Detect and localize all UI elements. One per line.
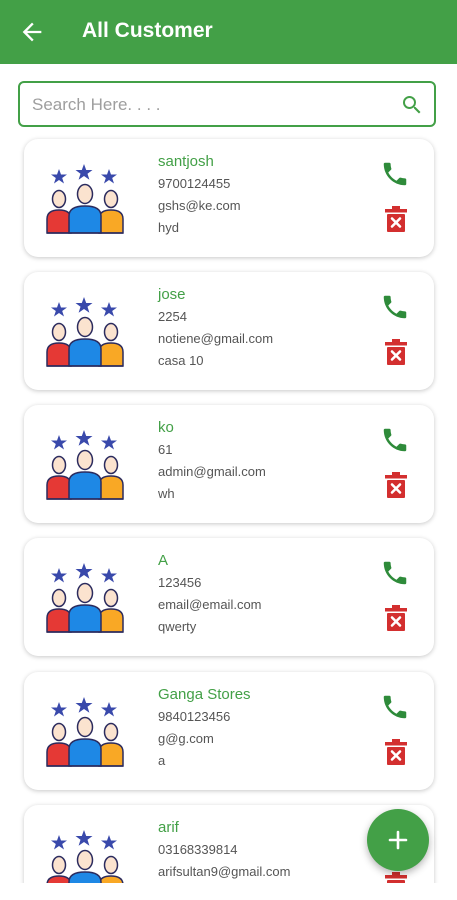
customer-info: Ganga Stores 9840123456 g@g.com a xyxy=(158,684,378,772)
customer-phone: 123456 xyxy=(158,575,202,590)
app-bar: All Customer xyxy=(0,0,457,64)
customer-phone: 61 xyxy=(158,442,173,457)
customer-name: A xyxy=(158,552,169,569)
phone-icon[interactable] xyxy=(380,159,410,189)
add-customer-button[interactable] xyxy=(367,809,429,871)
customer-group-avatar-icon xyxy=(44,427,126,501)
customer-email: g@g.com xyxy=(158,731,214,746)
customer-info: A 123456 email@email.com qwerty xyxy=(158,550,378,638)
customer-address: a xyxy=(158,753,166,768)
customer-phone: 9700124455 xyxy=(158,176,231,191)
customer-address: wh xyxy=(158,486,175,501)
customer-name: jose xyxy=(158,286,186,303)
customer-phone: 2254 xyxy=(158,309,187,324)
search-input[interactable] xyxy=(30,83,394,127)
delete-icon[interactable] xyxy=(384,471,408,499)
customer-phone: 9840123456 xyxy=(158,709,231,724)
customer-card[interactable]: santjosh 9700124455 gshs@ke.com hyd xyxy=(24,139,434,257)
arrow-back-icon xyxy=(22,22,42,42)
customer-email: admin@gmail.com xyxy=(158,464,266,479)
customer-address: hyd xyxy=(158,220,179,235)
phone-icon[interactable] xyxy=(380,292,410,322)
customer-group-avatar-icon xyxy=(44,294,126,368)
customer-info: santjosh 9700124455 gshs@ke.com hyd xyxy=(158,151,378,239)
customer-info: jose 2254 notiene@gmail.com casa 10 xyxy=(158,284,378,372)
customer-group-avatar-icon xyxy=(44,827,126,883)
customer-email: email@email.com xyxy=(158,597,262,612)
customer-name: ko xyxy=(158,419,174,436)
customer-address: casa 10 xyxy=(158,353,204,368)
customer-address: qwerty xyxy=(158,619,197,634)
add-icon xyxy=(388,830,408,850)
customer-name: santjosh xyxy=(158,153,214,170)
customer-info: ko 61 admin@gmail.com wh xyxy=(158,417,378,505)
delete-icon[interactable] xyxy=(384,738,408,766)
search-icon xyxy=(403,96,421,114)
delete-icon[interactable] xyxy=(384,338,408,366)
customer-group-avatar-icon xyxy=(44,161,126,235)
customer-name: Ganga Stores xyxy=(158,686,251,703)
search-box xyxy=(18,81,436,127)
customer-phone: 03168339814 xyxy=(158,842,238,857)
page-title: All Customer xyxy=(82,19,213,42)
customer-card[interactable]: Ganga Stores 9840123456 g@g.com a xyxy=(24,672,434,790)
customer-email: notiene@gmail.com xyxy=(158,331,274,346)
customer-name: arif xyxy=(158,819,179,836)
customer-card[interactable]: ko 61 admin@gmail.com wh xyxy=(24,405,434,523)
phone-icon[interactable] xyxy=(380,425,410,455)
customer-info: arif 03168339814 arifsultan9@gmail.com xyxy=(158,817,378,883)
customer-card[interactable]: A 123456 email@email.com qwerty xyxy=(24,538,434,656)
customer-group-avatar-icon xyxy=(44,560,126,634)
delete-icon[interactable] xyxy=(384,871,408,883)
phone-icon[interactable] xyxy=(380,692,410,722)
delete-icon[interactable] xyxy=(384,604,408,632)
search-button[interactable] xyxy=(400,93,424,117)
customer-email: gshs@ke.com xyxy=(158,198,241,213)
customer-list[interactable]: santjosh 9700124455 gshs@ke.com hyd jose… xyxy=(0,128,457,883)
back-button[interactable] xyxy=(18,18,46,46)
customer-group-avatar-icon xyxy=(44,694,126,768)
phone-icon[interactable] xyxy=(380,558,410,588)
customer-card[interactable]: jose 2254 notiene@gmail.com casa 10 xyxy=(24,272,434,390)
delete-icon[interactable] xyxy=(384,205,408,233)
customer-email: arifsultan9@gmail.com xyxy=(158,864,291,879)
